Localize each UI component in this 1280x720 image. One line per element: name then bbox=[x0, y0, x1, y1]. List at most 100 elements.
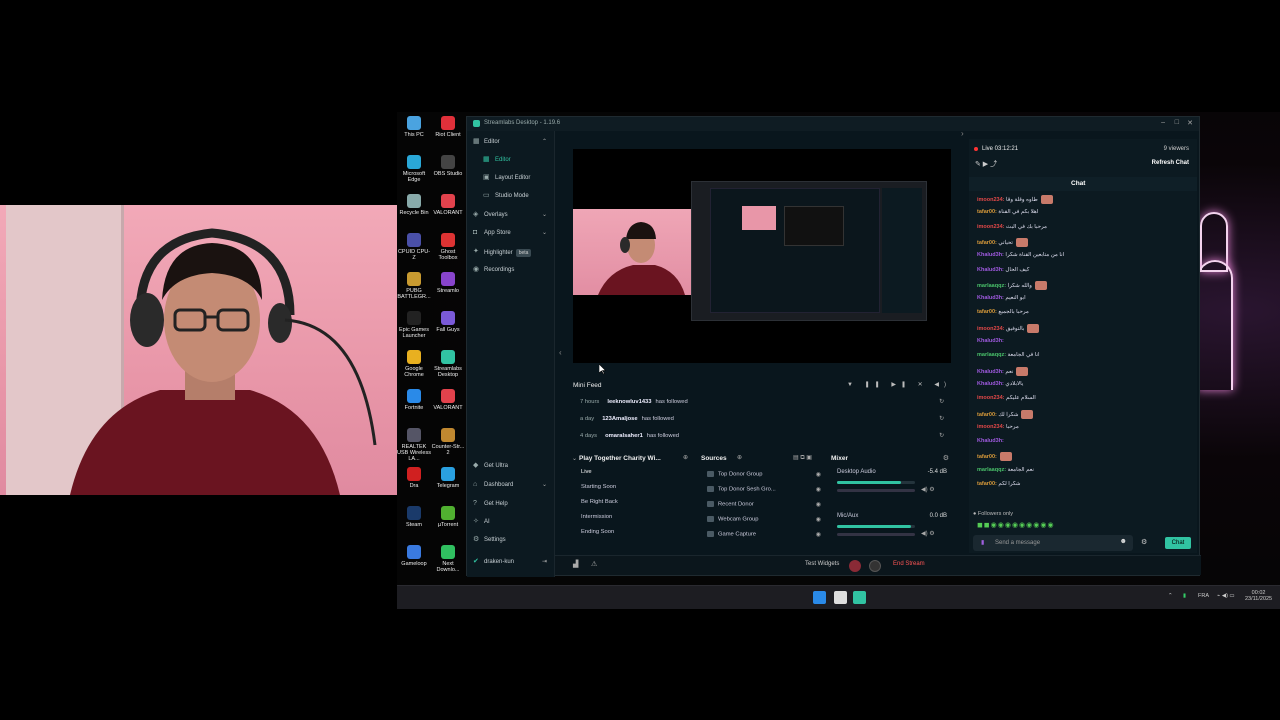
refresh-chat-button[interactable]: Refresh Chat bbox=[1152, 160, 1189, 166]
chat-username[interactable]: tafar00: bbox=[977, 411, 997, 417]
desktop-icon[interactable]: VALORANT bbox=[431, 389, 465, 411]
chat-username[interactable]: tafar00: bbox=[977, 209, 997, 215]
scene-item[interactable]: Intermission bbox=[581, 514, 612, 528]
nav-settings[interactable]: ⚙ Settings bbox=[467, 533, 555, 547]
chat-username[interactable]: marlaaqqz: bbox=[977, 467, 1006, 473]
scene-item[interactable]: Be Right Back bbox=[581, 499, 618, 513]
nav-app-store[interactable]: ◘ App Store ⌄ bbox=[467, 226, 555, 240]
desktop-icon[interactable]: Riot Client bbox=[431, 116, 465, 138]
desktop-icon[interactable]: OBS Studio bbox=[431, 155, 465, 177]
feed-user[interactable]: leeknowluv1433 bbox=[607, 399, 651, 405]
chat-username[interactable]: imoon234: bbox=[977, 424, 1005, 430]
desktop-icon[interactable]: REALTEK USB Wireless LA... bbox=[397, 428, 431, 462]
chat-username[interactable]: Khalud3h: bbox=[977, 381, 1004, 387]
clock[interactable]: 00:02 23/11/2025 bbox=[1245, 590, 1272, 602]
scene-item[interactable]: Live bbox=[581, 469, 592, 483]
desktop-icon[interactable]: Telegram bbox=[431, 467, 465, 489]
desktop-icon[interactable]: This PC bbox=[397, 116, 431, 138]
emote-row[interactable]: ◼◼◉◉◉◉◉◉◉◉◉ bbox=[977, 521, 1055, 529]
chat-username[interactable]: imoon234: bbox=[977, 395, 1005, 401]
end-stream-button[interactable]: End Stream bbox=[893, 561, 925, 567]
nav-dashboard[interactable]: ⌂ Dashboard ⌄ bbox=[467, 478, 555, 492]
source-tools-icon[interactable]: ▤ ⧉ ▣ bbox=[793, 454, 812, 462]
desktop-icon[interactable]: Microsoft Edge bbox=[397, 155, 431, 183]
language-indicator[interactable]: FRA bbox=[1198, 593, 1209, 599]
scene-item[interactable]: Starting Soon bbox=[581, 484, 616, 498]
desktop-icon[interactable]: Gameloop bbox=[397, 545, 431, 567]
close-icon[interactable]: ✕ bbox=[1187, 119, 1193, 127]
start-icon[interactable] bbox=[813, 591, 826, 604]
replay-icon[interactable]: ↻ bbox=[939, 399, 944, 405]
source-item[interactable]: Top Donor Group ◉ bbox=[707, 471, 827, 485]
chat-settings-gear-icon[interactable]: ⚙ bbox=[1141, 538, 1147, 546]
source-item[interactable]: Game Capture ◉ bbox=[707, 531, 827, 545]
desktop-icon[interactable]: Fortnite bbox=[397, 389, 431, 411]
add-scene-icon[interactable]: ⊕ bbox=[683, 454, 688, 461]
source-item[interactable]: Webcam Group ◉ bbox=[707, 516, 827, 530]
desktop-icon[interactable]: Steam bbox=[397, 506, 431, 528]
desktop-icon[interactable]: Next Downlo... bbox=[431, 545, 465, 573]
minimize-icon[interactable]: – bbox=[1161, 119, 1165, 126]
source-item[interactable]: Top Donor Sesh Gro... ◉ bbox=[707, 486, 827, 500]
volume-slider[interactable] bbox=[837, 533, 915, 536]
chat-username[interactable]: marlaaqqz: bbox=[977, 352, 1006, 358]
chat-username[interactable]: imoon234: bbox=[977, 224, 1005, 230]
collapse-left-icon[interactable]: ‹ bbox=[559, 348, 562, 357]
desktop-icon[interactable]: Streamlabs Desktop bbox=[431, 350, 465, 378]
chat-username[interactable]: imoon234: bbox=[977, 326, 1005, 332]
desktop-icon[interactable]: Dra bbox=[397, 467, 431, 489]
test-widgets-button[interactable]: Test Widgets bbox=[805, 561, 839, 567]
nav-get-help[interactable]: ? Get Help bbox=[467, 497, 555, 511]
desktop-icon[interactable]: CPUID CPU-Z bbox=[397, 233, 431, 261]
maximize-icon[interactable]: □ bbox=[1175, 119, 1179, 126]
replay-buffer-button[interactable] bbox=[869, 560, 881, 572]
add-source-icon[interactable]: ⊕ bbox=[737, 454, 742, 461]
visibility-icon[interactable]: ◉ bbox=[816, 501, 821, 508]
desktop-icon[interactable]: PUBG BATTLEGR... bbox=[397, 272, 431, 300]
replay-icon[interactable]: ↻ bbox=[939, 433, 944, 439]
emoji-icon[interactable]: ☻ bbox=[1120, 538, 1127, 545]
chat-username[interactable]: tafar00: bbox=[977, 240, 997, 246]
desktop-icon[interactable]: VALORANT bbox=[431, 194, 465, 216]
tray-mic-icon[interactable]: ▮ bbox=[1183, 593, 1186, 599]
chat-send-button[interactable]: Chat bbox=[1165, 537, 1191, 549]
desktop-icon[interactable]: Counter-Str... 2 bbox=[431, 428, 465, 456]
streamlabs-taskbar-icon[interactable] bbox=[853, 591, 866, 604]
chat-username[interactable]: Khalud3h: bbox=[977, 438, 1004, 444]
nav-overlays[interactable]: ◈ Overlays ⌄ bbox=[467, 208, 555, 222]
chat-username[interactable]: Khalud3h: bbox=[977, 338, 1004, 344]
edit-icon[interactable]: ✎ ▶ ⤴ bbox=[975, 159, 997, 169]
nav-studio-mode[interactable]: ▭ Studio Mode bbox=[467, 189, 555, 203]
tray-chevron-icon[interactable]: ⌃ bbox=[1168, 593, 1173, 599]
feed-user[interactable]: omaralsaher1 bbox=[605, 433, 643, 439]
desktop-icon[interactable]: Streamlo bbox=[431, 272, 465, 294]
desktop-icon[interactable]: Ghost Toolbox bbox=[431, 233, 465, 261]
chat-username[interactable]: tafar00: bbox=[977, 309, 997, 315]
nav-editor-sub[interactable]: ▦ Editor bbox=[467, 153, 555, 167]
mini-feed-toolbar[interactable]: ▼ ❚❚ ▶❚ ✕ ◀) bbox=[847, 381, 951, 388]
chat-input[interactable]: ▮ Send a message ☻ bbox=[973, 535, 1133, 551]
volume-slider[interactable] bbox=[837, 489, 915, 492]
desktop-icon[interactable]: Fall Guys bbox=[431, 311, 465, 333]
feed-user[interactable]: 123Amaljose bbox=[602, 416, 637, 422]
nav-ai[interactable]: ✧ AI bbox=[467, 515, 555, 529]
desktop-icon[interactable]: Google Chrome bbox=[397, 350, 431, 378]
stats-icon[interactable]: ▟ bbox=[573, 560, 578, 568]
replay-icon[interactable]: ↻ bbox=[939, 416, 944, 422]
nav-recordings[interactable]: ◉ Recordings bbox=[467, 263, 555, 277]
desktop-icon[interactable]: Epic Games Launcher bbox=[397, 311, 431, 339]
stream-preview[interactable] bbox=[573, 149, 951, 363]
desktop-icon[interactable]: Recycle Bin bbox=[397, 194, 431, 216]
nav-editor[interactable]: ▦ Editor ⌃ bbox=[467, 135, 555, 149]
scene-item[interactable]: Ending Soon bbox=[581, 529, 614, 543]
desktop-icon[interactable]: µTorrent bbox=[431, 506, 465, 528]
gear-icon[interactable]: ⚙ bbox=[943, 454, 949, 462]
visibility-icon[interactable]: ◉ bbox=[816, 531, 821, 538]
visibility-icon[interactable]: ◉ bbox=[816, 471, 821, 478]
chat-username[interactable]: Khalud3h: bbox=[977, 267, 1004, 273]
record-button[interactable] bbox=[849, 560, 861, 572]
chat-username[interactable]: Khalud3h: bbox=[977, 295, 1004, 301]
nav-get-ultra[interactable]: ◆ Get Ultra bbox=[467, 459, 555, 473]
file-explorer-icon[interactable] bbox=[834, 591, 847, 604]
source-item[interactable]: Recent Donor ◉ bbox=[707, 501, 827, 515]
